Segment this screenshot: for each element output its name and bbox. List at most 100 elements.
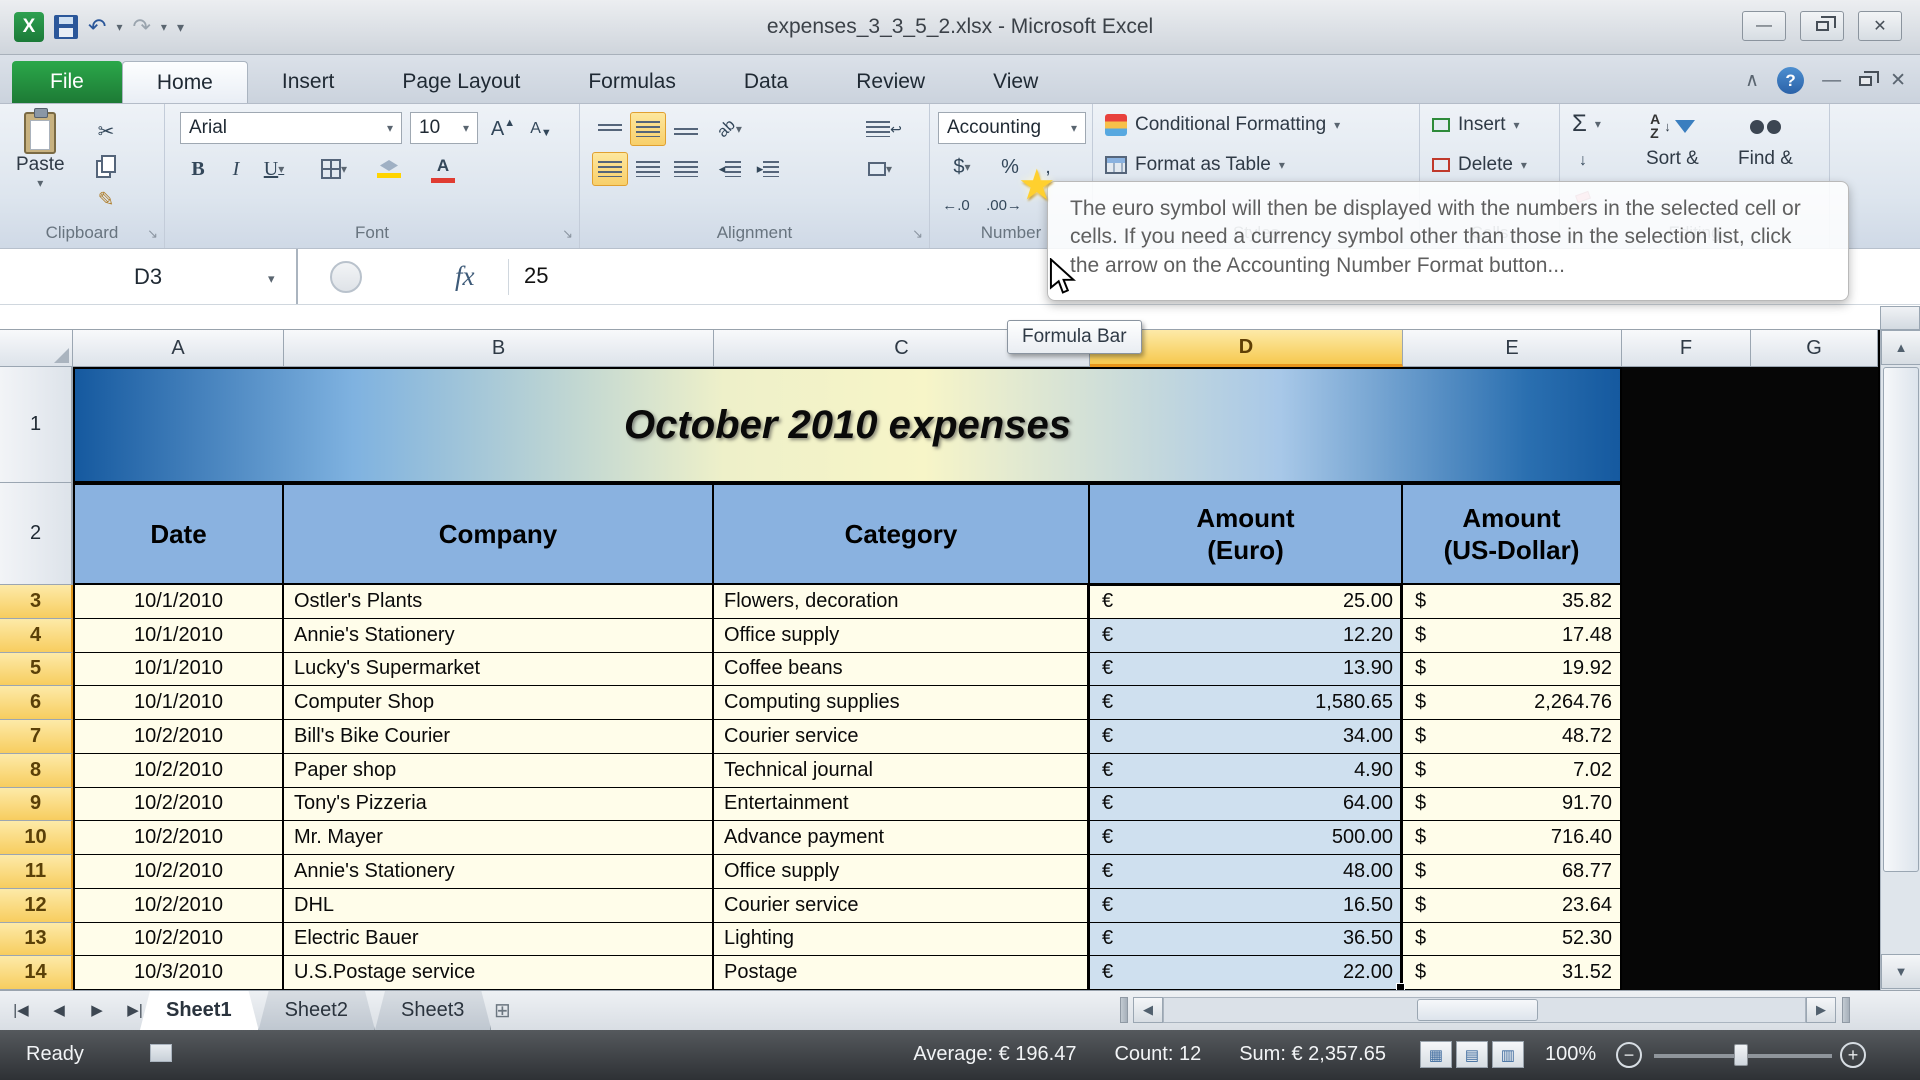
- column-header-F[interactable]: F: [1622, 330, 1751, 367]
- zoom-slider-handle[interactable]: [1734, 1044, 1748, 1066]
- shrink-font-button[interactable]: A ▼: [523, 112, 559, 146]
- cell-amount-usd[interactable]: $716.40: [1403, 821, 1622, 855]
- align-top-button[interactable]: [592, 112, 628, 146]
- cell-amount-euro[interactable]: €1,580.65: [1090, 686, 1403, 720]
- cell-category[interactable]: Lighting: [714, 922, 1090, 957]
- cell-company[interactable]: Mr. Mayer: [284, 821, 714, 855]
- row-header-12[interactable]: 12: [0, 888, 73, 923]
- cell-date[interactable]: 10/2/2010: [73, 753, 284, 788]
- insert-cells-button[interactable]: Insert ▾: [1432, 114, 1520, 136]
- decrease-indent-button[interactable]: ◂: [712, 152, 748, 186]
- insert-worksheet-button[interactable]: ⊞: [480, 991, 525, 1030]
- h-scroll-thumb[interactable]: [1417, 999, 1538, 1021]
- row-header-1[interactable]: 1: [0, 367, 73, 483]
- middle-align-button[interactable]: [630, 112, 666, 146]
- header-cell[interactable]: Amount (Euro): [1090, 483, 1403, 585]
- underline-button[interactable]: U ▾: [256, 152, 292, 186]
- cell-category[interactable]: Entertainment: [714, 787, 1090, 822]
- cell-date[interactable]: 10/2/2010: [73, 922, 284, 957]
- row-header-14[interactable]: 14: [0, 956, 73, 990]
- align-right-button[interactable]: [668, 152, 704, 186]
- v-scroll-thumb[interactable]: [1883, 367, 1919, 872]
- conditional-formatting-button[interactable]: Conditional Formatting ▾: [1105, 114, 1340, 136]
- fill-button[interactable]: ↓: [1568, 144, 1598, 178]
- cell-amount-euro[interactable]: €4.90: [1090, 753, 1403, 788]
- h-scroll-left-button[interactable]: ◀: [1133, 997, 1163, 1023]
- decrease-decimal-button[interactable]: .00→: [986, 188, 1022, 222]
- sheet-tab-sheet1[interactable]: Sheet1: [140, 991, 259, 1030]
- format-as-table-button[interactable]: Format as Table ▾: [1105, 154, 1285, 176]
- tab-scroll-split[interactable]: [1120, 997, 1128, 1023]
- header-cell[interactable]: Date: [73, 483, 284, 585]
- cell-company[interactable]: Annie's Stationery: [284, 618, 714, 653]
- cell-amount-usd[interactable]: $2,264.76: [1403, 686, 1622, 720]
- cell-amount-euro[interactable]: €12.20: [1090, 618, 1403, 653]
- row-header-10[interactable]: 10: [0, 821, 73, 855]
- cell-amount-usd[interactable]: $91.70: [1403, 787, 1622, 822]
- cell-category[interactable]: Advance payment: [714, 821, 1090, 855]
- cell-amount-usd[interactable]: $17.48: [1403, 618, 1622, 653]
- cell-category[interactable]: Postage: [714, 956, 1090, 990]
- sheet-nav-first-button[interactable]: |◀: [8, 997, 34, 1023]
- delete-cells-button[interactable]: Delete ▾: [1432, 154, 1527, 176]
- tab-file[interactable]: File: [12, 61, 122, 103]
- find-select-button[interactable]: Find &: [1738, 112, 1793, 170]
- row-header-13[interactable]: 13: [0, 922, 73, 957]
- sheet-tab-sheet2[interactable]: Sheet2: [259, 991, 375, 1030]
- row-header-3[interactable]: 3: [0, 585, 73, 619]
- formula-content[interactable]: 25: [524, 263, 548, 289]
- clipboard-dialog-launcher[interactable]: ↘: [147, 226, 158, 242]
- align-left-button[interactable]: [592, 152, 628, 186]
- header-cell[interactable]: Company: [284, 483, 714, 585]
- tab-data[interactable]: Data: [710, 61, 822, 103]
- sheet-nav-next-button[interactable]: ▶: [84, 997, 110, 1023]
- cell-date[interactable]: 10/2/2010: [73, 821, 284, 855]
- insert-function-button[interactable]: fx: [455, 261, 475, 292]
- name-box-arrow[interactable]: ▾: [268, 271, 275, 287]
- tab-review[interactable]: Review: [822, 61, 959, 103]
- align-bottom-button[interactable]: [668, 112, 704, 146]
- cell-category[interactable]: Computing supplies: [714, 686, 1090, 720]
- format-painter-button[interactable]: ✎: [88, 182, 124, 216]
- cell-amount-usd[interactable]: $19.92: [1403, 652, 1622, 687]
- cell-amount-usd[interactable]: $35.82: [1403, 585, 1622, 619]
- wrap-text-button[interactable]: ↩: [856, 112, 912, 146]
- select-all-button[interactable]: [0, 330, 73, 367]
- column-header-B[interactable]: B: [284, 330, 714, 367]
- cell-company[interactable]: DHL: [284, 888, 714, 923]
- row-header-9[interactable]: 9: [0, 787, 73, 822]
- row-header-7[interactable]: 7: [0, 720, 73, 754]
- cell-category[interactable]: Technical journal: [714, 753, 1090, 788]
- v-scrollbar[interactable]: ▲ ▼: [1880, 330, 1920, 990]
- collapse-ribbon-icon[interactable]: ∧: [1745, 69, 1759, 92]
- zoom-in-button[interactable]: +: [1840, 1042, 1866, 1068]
- italic-button[interactable]: I: [218, 152, 254, 186]
- cell-date[interactable]: 10/2/2010: [73, 855, 284, 889]
- center-button[interactable]: [630, 152, 666, 186]
- cell-company[interactable]: Tony's Pizzeria: [284, 787, 714, 822]
- cell-amount-usd[interactable]: $23.64: [1403, 888, 1622, 923]
- cell-company[interactable]: Paper shop: [284, 753, 714, 788]
- view-normal-button[interactable]: ▦: [1420, 1041, 1452, 1068]
- maximize-button[interactable]: [1800, 11, 1844, 41]
- row-header-8[interactable]: 8: [0, 753, 73, 788]
- fill-color-button[interactable]: [365, 152, 413, 186]
- macro-record-button[interactable]: [150, 1044, 172, 1062]
- column-header-E[interactable]: E: [1403, 330, 1622, 367]
- view-page-layout-button[interactable]: ▤: [1456, 1041, 1488, 1068]
- row-header-6[interactable]: 6: [0, 686, 73, 720]
- sort-filter-button[interactable]: A Z ↓ Sort &: [1646, 112, 1699, 170]
- paste-button[interactable]: Paste ▾: [16, 108, 65, 190]
- cell-company[interactable]: U.S.Postage service: [284, 956, 714, 990]
- cell-amount-usd[interactable]: $68.77: [1403, 855, 1622, 889]
- tab-formulas[interactable]: Formulas: [554, 61, 710, 103]
- h-scroll-split[interactable]: [1842, 997, 1850, 1023]
- cell-amount-euro[interactable]: €13.90: [1090, 652, 1403, 687]
- cell-amount-usd[interactable]: $52.30: [1403, 922, 1622, 957]
- cut-button[interactable]: ✂: [88, 114, 124, 148]
- tab-home[interactable]: Home: [121, 61, 248, 103]
- cell-amount-euro[interactable]: €25.00: [1090, 585, 1403, 619]
- cell-date[interactable]: 10/2/2010: [73, 720, 284, 754]
- cell-amount-euro[interactable]: €48.00: [1090, 855, 1403, 889]
- help-icon[interactable]: ?: [1777, 67, 1805, 94]
